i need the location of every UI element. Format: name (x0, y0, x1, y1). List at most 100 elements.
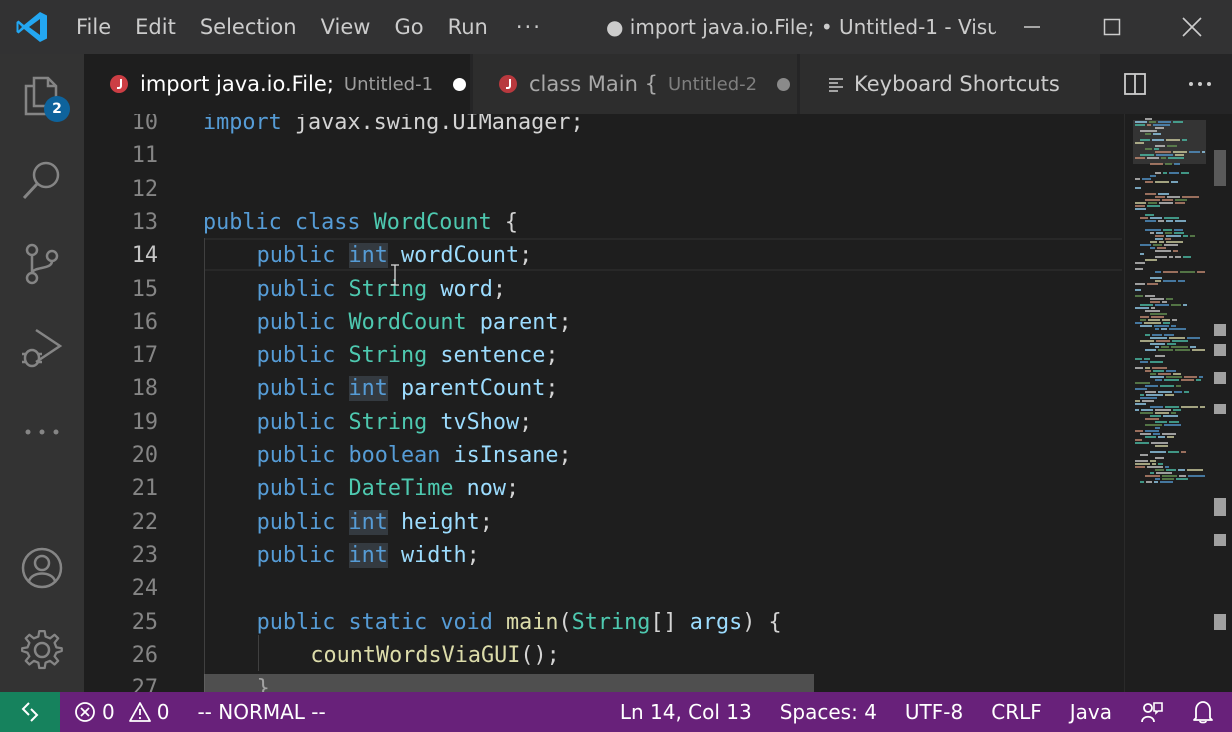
feedback-button[interactable] (1126, 692, 1178, 732)
tab-untitled-2[interactable]: class Main { Untitled-2 (473, 54, 797, 114)
unsaved-dot-icon[interactable] (453, 77, 467, 91)
search-button[interactable] (0, 138, 84, 222)
minimap-line (1135, 400, 1140, 402)
minimap[interactable] (1124, 114, 1206, 692)
list-icon (829, 78, 843, 92)
minimap-line (1145, 418, 1159, 420)
code-text: countWordsViaGUI(); (310, 639, 559, 672)
more-actions-icon[interactable] (1188, 80, 1212, 88)
editor-actions (1102, 54, 1232, 114)
minimap-line (1135, 439, 1142, 441)
minimap-line (1154, 481, 1158, 483)
notifications-button[interactable] (1178, 692, 1232, 732)
minimap-line (1190, 235, 1195, 237)
minimap-line (1155, 445, 1168, 447)
run-debug-button[interactable] (0, 306, 84, 390)
minimap-line (1140, 412, 1153, 414)
minimap-line (1175, 199, 1187, 201)
code-token: public (256, 542, 336, 568)
minimap-line (1169, 256, 1173, 258)
code-token: ( (558, 609, 572, 635)
minimap-line (1153, 133, 1161, 135)
minimap-line (1140, 325, 1152, 327)
horizontal-scrollbar[interactable] (204, 674, 814, 692)
minimap-line (1172, 340, 1188, 342)
line-number: 10 (131, 114, 158, 135)
menu-edit[interactable]: Edit (123, 0, 188, 54)
tab-keyboard-shortcuts[interactable]: Keyboard Shortcuts (800, 54, 1100, 114)
minimap-line (1183, 256, 1191, 258)
minimap-line (1140, 361, 1148, 363)
scrollbar-marker (1214, 372, 1226, 384)
source-control-button[interactable] (0, 222, 84, 306)
language-mode[interactable]: Java (1056, 692, 1126, 732)
indentation[interactable]: Spaces: 4 (766, 692, 891, 732)
maximize-button[interactable] (1072, 0, 1152, 54)
code-text: public String word; (257, 273, 506, 306)
minimap-line (1145, 370, 1151, 372)
tab-untitled-1[interactable]: import java.io.File; Untitled-1 (84, 54, 470, 114)
minimap-line (1150, 472, 1154, 474)
menu-run[interactable]: Run (436, 0, 500, 54)
cursor-position[interactable]: Ln 14, Col 13 (606, 692, 766, 732)
vertical-scrollbar[interactable] (1206, 114, 1232, 692)
code-token: ; (558, 309, 572, 335)
minimize-button[interactable] (992, 0, 1072, 54)
code-token: public (256, 343, 336, 369)
minimap-line (1147, 283, 1158, 285)
minimap-line (1150, 232, 1154, 234)
minimap-line (1171, 325, 1176, 327)
minimap-line (1175, 202, 1185, 204)
minimap-line (1135, 142, 1144, 144)
menu-file[interactable]: File (64, 0, 123, 54)
minimap-line (1155, 427, 1160, 429)
scrollbar-thumb[interactable] (1214, 150, 1226, 186)
menu-more[interactable]: ··· (500, 0, 558, 54)
code-token: import (203, 114, 282, 135)
menu-selection[interactable]: Selection (188, 0, 309, 54)
minimap-line (1135, 289, 1141, 291)
minimap-line (1155, 409, 1171, 411)
minimap-line (1135, 442, 1149, 444)
menu-go[interactable]: Go (382, 0, 435, 54)
explorer-button[interactable]: 2 (0, 54, 84, 138)
minimap-line (1175, 256, 1181, 258)
code-editor[interactable]: 10 import javax.swing.UIManager; 11 12 13 pub… (84, 114, 1124, 692)
code-text: public static void main(String[] args) { (257, 606, 782, 639)
close-window-button[interactable] (1152, 0, 1232, 54)
line-number: 16 (131, 309, 158, 335)
more-views-button[interactable] (0, 390, 84, 474)
minimap-line (1158, 391, 1172, 393)
menu-view[interactable]: View (309, 0, 383, 54)
remote-button[interactable] (0, 692, 60, 732)
minimap-line (1190, 346, 1196, 348)
code-token: width (401, 542, 467, 568)
scrollbar-marker (1214, 534, 1226, 546)
unsaved-dot-icon[interactable] (777, 77, 791, 91)
minimap-line (1140, 433, 1151, 435)
code-text: public int width; (257, 539, 480, 572)
code-token: WordCount (348, 309, 467, 335)
problems-indicator[interactable]: 0 0 (60, 692, 183, 732)
minimap-line (1162, 478, 1174, 480)
encoding[interactable]: UTF-8 (891, 692, 977, 732)
minimap-line (1176, 478, 1188, 480)
minimap-line (1163, 415, 1178, 417)
split-editor-icon[interactable] (1123, 72, 1147, 96)
minimap-line (1140, 397, 1157, 399)
scrollbar-marker (1214, 404, 1226, 414)
minimap-line (1160, 385, 1174, 387)
minimap-line (1165, 232, 1172, 234)
minimap-line (1156, 154, 1173, 156)
minimap-line (1166, 220, 1173, 222)
minimap-line (1157, 247, 1166, 249)
end-of-line[interactable]: CRLF (977, 692, 1056, 732)
minimap-line (1145, 214, 1154, 216)
accounts-button[interactable] (0, 526, 84, 610)
minimap-line (1135, 124, 1145, 126)
manage-button[interactable] (0, 608, 84, 692)
